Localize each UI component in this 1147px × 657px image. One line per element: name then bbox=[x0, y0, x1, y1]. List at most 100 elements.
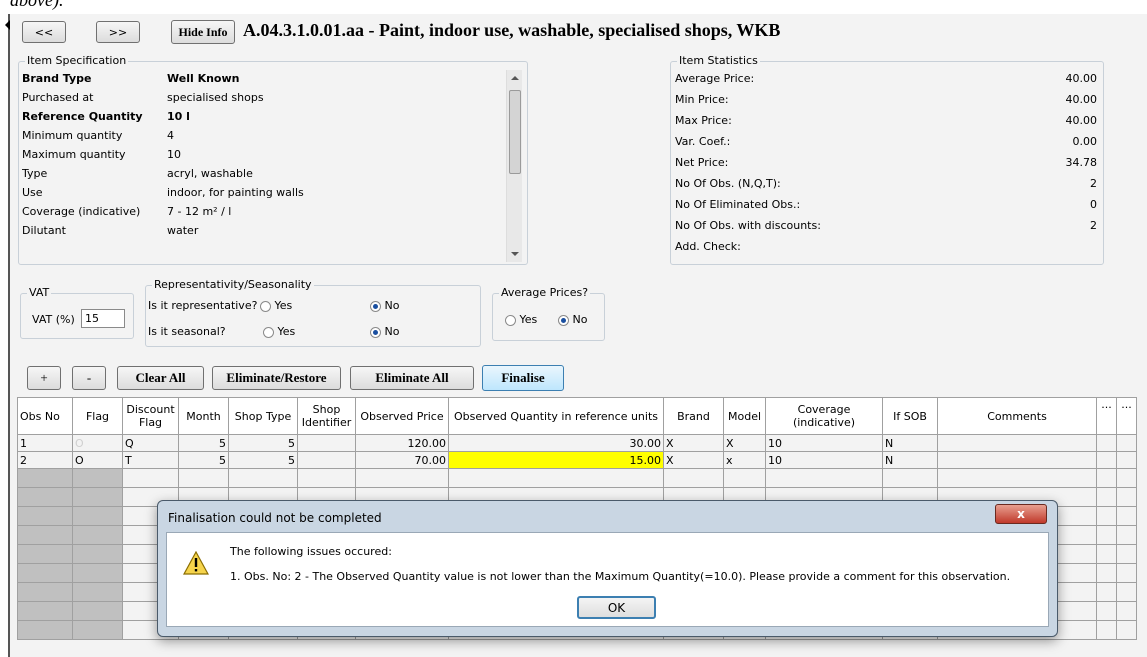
cell-extra[interactable] bbox=[1096, 451, 1117, 469]
seasonal-yes-option[interactable]: Yes bbox=[263, 325, 295, 338]
empty-cell[interactable] bbox=[72, 582, 123, 602]
cell-model[interactable]: X bbox=[723, 434, 766, 452]
empty-cell[interactable] bbox=[1116, 468, 1137, 488]
empty-cell[interactable] bbox=[1096, 544, 1117, 564]
add-row-button[interactable]: + bbox=[27, 366, 61, 390]
cell-shop-identifier[interactable] bbox=[297, 451, 356, 469]
vat-input[interactable]: 15 bbox=[81, 309, 125, 328]
empty-row[interactable] bbox=[17, 468, 1137, 488]
empty-cell[interactable] bbox=[17, 601, 73, 621]
empty-cell[interactable] bbox=[17, 563, 73, 583]
cell-if-sob[interactable]: N bbox=[882, 434, 938, 452]
cell-coverage[interactable]: 10 bbox=[765, 434, 883, 452]
radio-icon[interactable] bbox=[260, 300, 271, 312]
dialog-close-button[interactable]: x bbox=[995, 504, 1047, 524]
cell-shop-identifier[interactable] bbox=[297, 434, 356, 452]
empty-cell[interactable] bbox=[723, 468, 766, 488]
cell-extra[interactable] bbox=[1116, 451, 1137, 469]
cell-comments[interactable] bbox=[937, 451, 1097, 469]
cell-observed-quantity[interactable]: 15.00 bbox=[448, 451, 664, 469]
cell-discount-flag[interactable]: T bbox=[122, 451, 179, 469]
empty-cell[interactable] bbox=[17, 582, 73, 602]
empty-cell[interactable] bbox=[17, 525, 73, 545]
table-row[interactable]: 2 O T 5 5 70.00 15.00 Xx 10 N bbox=[17, 451, 1137, 469]
cell-month[interactable]: 5 bbox=[178, 451, 229, 469]
clear-all-button[interactable]: Clear All bbox=[117, 366, 204, 390]
cell-extra[interactable] bbox=[1096, 434, 1117, 452]
hide-info-button[interactable]: Hide Info bbox=[171, 20, 235, 44]
header-model[interactable]: Model bbox=[723, 397, 766, 435]
cell-coverage[interactable]: 10 bbox=[765, 451, 883, 469]
header-observed-quantity[interactable]: Observed Quantity in reference units bbox=[448, 397, 664, 435]
empty-cell[interactable] bbox=[1096, 601, 1117, 621]
average-yes-option[interactable]: Yes bbox=[505, 313, 537, 326]
header-obs-no[interactable]: Obs No bbox=[17, 397, 73, 435]
cell-month[interactable]: 5 bbox=[178, 434, 229, 452]
empty-cell[interactable] bbox=[355, 468, 449, 488]
empty-cell[interactable] bbox=[937, 468, 1097, 488]
empty-cell[interactable] bbox=[72, 468, 123, 488]
empty-cell[interactable] bbox=[1116, 525, 1137, 545]
empty-cell[interactable] bbox=[1096, 468, 1117, 488]
empty-cell[interactable] bbox=[72, 487, 123, 507]
empty-cell[interactable] bbox=[72, 563, 123, 583]
table-row[interactable]: 1 O Q 5 5 120.00 30.00 X X 10 N bbox=[17, 434, 1137, 452]
cell-obs-no[interactable]: 1 bbox=[17, 434, 73, 452]
empty-cell[interactable] bbox=[448, 468, 664, 488]
eliminate-restore-button[interactable]: Eliminate/Restore bbox=[212, 366, 341, 390]
header-month[interactable]: Month bbox=[178, 397, 229, 435]
header-shop-identifier[interactable]: Shop Identifier bbox=[297, 397, 356, 435]
representative-yes-option[interactable]: Yes bbox=[260, 299, 292, 312]
cell-discount-flag[interactable]: Q bbox=[122, 434, 179, 452]
average-no-option[interactable]: No bbox=[558, 313, 587, 326]
cell-observed-price[interactable]: 70.00 bbox=[355, 451, 449, 469]
empty-cell[interactable] bbox=[72, 506, 123, 526]
radio-icon[interactable] bbox=[263, 326, 274, 338]
scroll-up-icon[interactable] bbox=[511, 76, 519, 80]
header-comments[interactable]: Comments bbox=[937, 397, 1097, 435]
empty-cell[interactable] bbox=[1096, 563, 1117, 583]
cell-brand[interactable]: X bbox=[663, 434, 724, 452]
header-flag[interactable]: Flag bbox=[72, 397, 123, 435]
cell-flag[interactable]: O bbox=[72, 451, 123, 469]
empty-cell[interactable] bbox=[1096, 582, 1117, 602]
representative-no-option[interactable]: No bbox=[370, 299, 399, 312]
empty-cell[interactable] bbox=[1116, 582, 1137, 602]
empty-cell[interactable] bbox=[72, 525, 123, 545]
close-icon[interactable]: x bbox=[1017, 507, 1025, 521]
remove-row-button[interactable]: - bbox=[72, 366, 106, 390]
empty-cell[interactable] bbox=[1116, 620, 1137, 640]
empty-cell[interactable] bbox=[72, 544, 123, 564]
empty-cell[interactable] bbox=[1096, 487, 1117, 507]
empty-cell[interactable] bbox=[297, 468, 356, 488]
radio-selected-icon[interactable] bbox=[370, 300, 381, 312]
cell-model[interactable]: x bbox=[723, 451, 766, 469]
empty-cell[interactable] bbox=[1096, 620, 1117, 640]
radio-selected-icon[interactable] bbox=[558, 314, 569, 326]
empty-cell[interactable] bbox=[882, 468, 938, 488]
empty-cell[interactable] bbox=[663, 468, 724, 488]
cell-observed-price[interactable]: 120.00 bbox=[355, 434, 449, 452]
eliminate-all-button[interactable]: Eliminate All bbox=[350, 366, 474, 390]
header-discount-flag[interactable]: Discount Flag bbox=[122, 397, 179, 435]
seasonal-no-option[interactable]: No bbox=[370, 325, 399, 338]
header-observed-price[interactable]: Observed Price bbox=[355, 397, 449, 435]
empty-cell[interactable] bbox=[17, 506, 73, 526]
empty-cell[interactable] bbox=[122, 468, 179, 488]
empty-cell[interactable] bbox=[72, 620, 123, 640]
prev-button[interactable]: << bbox=[22, 21, 66, 43]
cell-obs-no[interactable]: 2 bbox=[17, 451, 73, 469]
empty-cell[interactable] bbox=[1116, 544, 1137, 564]
scroll-down-icon[interactable] bbox=[511, 252, 519, 256]
empty-cell[interactable] bbox=[17, 468, 73, 488]
cell-flag[interactable]: O bbox=[72, 434, 123, 452]
cell-extra[interactable] bbox=[1116, 434, 1137, 452]
empty-cell[interactable] bbox=[17, 620, 73, 640]
cell-observed-quantity[interactable]: 30.00 bbox=[448, 434, 664, 452]
empty-cell[interactable] bbox=[72, 601, 123, 621]
empty-cell[interactable] bbox=[17, 544, 73, 564]
radio-icon[interactable] bbox=[505, 314, 516, 326]
scroll-thumb[interactable] bbox=[509, 90, 521, 174]
empty-cell[interactable] bbox=[17, 487, 73, 507]
empty-cell[interactable] bbox=[1116, 506, 1137, 526]
